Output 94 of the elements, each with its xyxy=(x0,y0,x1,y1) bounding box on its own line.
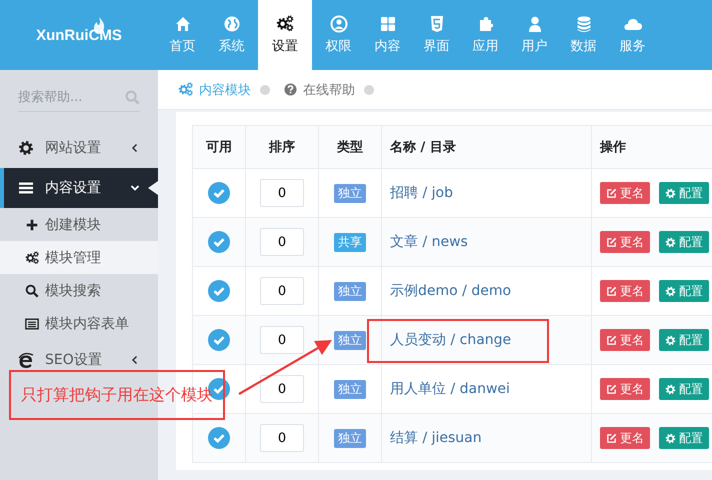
list-icon xyxy=(25,316,39,330)
edit-icon xyxy=(606,188,617,198)
search-icon xyxy=(125,90,140,105)
module-name[interactable]: 示例demo / demo xyxy=(390,283,512,299)
breadcrumb-link[interactable]: 在线帮助 xyxy=(284,80,355,98)
user-circle-icon xyxy=(330,15,348,33)
menu-pointer xyxy=(148,181,158,195)
chevron-left-icon xyxy=(130,143,140,153)
separator-dot xyxy=(364,84,374,94)
grid-icon xyxy=(378,15,396,33)
nav-tab[interactable]: 应用 xyxy=(461,0,510,70)
type-tag: 独立 xyxy=(334,330,366,350)
globe-icon xyxy=(222,15,240,33)
sidebar-subitem[interactable]: 模块搜索 xyxy=(0,274,158,307)
breadcrumb-link[interactable]: 内容模块 xyxy=(178,80,251,98)
edit-icon xyxy=(606,384,617,394)
menu-icon xyxy=(18,180,34,196)
nav-tab[interactable]: 系统 xyxy=(207,0,256,70)
rename-button[interactable]: 更名 xyxy=(600,280,650,302)
check-circle-icon[interactable] xyxy=(208,182,230,204)
check-circle-icon[interactable] xyxy=(208,231,230,253)
config-button[interactable]: 配置 xyxy=(659,231,709,253)
gear-icon xyxy=(18,140,34,156)
module-name[interactable]: 招聘 / job xyxy=(390,185,453,201)
order-field[interactable]: 0 xyxy=(260,228,304,256)
type-tag: 独立 xyxy=(334,428,366,448)
gear-icon xyxy=(665,188,676,198)
nav-tab[interactable]: 数据 xyxy=(559,0,608,70)
config-button[interactable]: 配置 xyxy=(659,378,709,400)
separator-dot xyxy=(260,84,270,94)
module-name[interactable]: 文章 / news xyxy=(390,234,468,250)
nav-tab[interactable]: 服务 xyxy=(608,0,657,70)
edit-icon xyxy=(606,334,617,346)
chevron-down-icon xyxy=(130,183,140,193)
gears-icon xyxy=(25,250,39,264)
nav-tab[interactable]: 用户 xyxy=(510,0,559,70)
config-button[interactable]: 配置 xyxy=(659,182,709,204)
order-field[interactable]: 0 xyxy=(260,277,304,305)
sidebar-item[interactable]: 网站设置 xyxy=(0,128,158,168)
order-field[interactable]: 0 xyxy=(260,375,304,403)
type-tag: 共享 xyxy=(334,232,366,252)
check-circle-icon[interactable] xyxy=(208,329,230,351)
column-header: 名称 / 目录 xyxy=(382,126,592,168)
type-tag: 独立 xyxy=(334,380,366,398)
module-name[interactable]: 结算 / jiesuan xyxy=(390,430,482,446)
edit-icon xyxy=(606,286,617,296)
check-circle-icon[interactable] xyxy=(208,427,230,449)
module-name[interactable]: 人员变动 / change xyxy=(390,332,512,348)
gears-icon xyxy=(178,82,193,97)
column-header: 类型 xyxy=(318,126,382,168)
chevron-left-icon xyxy=(130,355,140,365)
sidebar-subitem[interactable]: 模块管理 xyxy=(0,241,158,274)
type-tag: 独立 xyxy=(334,282,366,300)
config-button[interactable]: 配置 xyxy=(659,427,709,449)
nav-tab[interactable]: 首页 xyxy=(158,0,207,70)
gear-icon xyxy=(665,334,676,346)
gear-icon xyxy=(665,432,676,444)
module-name[interactable]: 用人单位 / danwei xyxy=(390,381,510,397)
type-tag: 独立 xyxy=(334,184,366,202)
nav-tab[interactable]: 设置 xyxy=(258,0,312,70)
column-header: 可用 xyxy=(192,126,246,168)
plus-icon xyxy=(25,218,39,232)
order-field[interactable]: 0 xyxy=(260,326,304,354)
home-icon xyxy=(174,15,192,33)
question-icon xyxy=(284,83,297,96)
sidebar-item[interactable]: 内容设置 xyxy=(0,168,158,208)
gear-icon xyxy=(665,236,676,248)
search-field[interactable]: 搜索帮助... xyxy=(18,90,125,105)
column-header: 操作 xyxy=(592,126,712,168)
sidebar-subitem[interactable]: 模块内容表单 xyxy=(0,307,158,340)
nav-tab[interactable]: 界面 xyxy=(412,0,461,70)
gear-icon xyxy=(665,384,676,394)
rename-button[interactable]: 更名 xyxy=(600,378,650,400)
sidebar-subitem[interactable]: 创建模块 xyxy=(0,208,158,241)
rename-button[interactable]: 更名 xyxy=(600,427,650,449)
edit-icon xyxy=(606,432,617,444)
gears-icon xyxy=(276,15,294,33)
order-field[interactable]: 0 xyxy=(260,424,304,452)
rename-button[interactable]: 更名 xyxy=(600,231,650,253)
check-circle-icon[interactable] xyxy=(208,280,230,302)
nav-tab[interactable]: 内容 xyxy=(363,0,412,70)
database-icon xyxy=(574,15,592,33)
search-icon xyxy=(25,284,39,298)
letter-e-icon xyxy=(18,352,34,368)
column-header: 排序 xyxy=(246,126,318,168)
rename-button[interactable]: 更名 xyxy=(600,182,650,204)
config-button[interactable]: 配置 xyxy=(659,280,709,302)
order-field[interactable]: 0 xyxy=(260,179,304,207)
edit-icon xyxy=(606,236,617,248)
rename-button[interactable]: 更名 xyxy=(600,329,650,351)
nav-tab[interactable]: 权限 xyxy=(314,0,363,70)
config-button[interactable]: 配置 xyxy=(659,329,709,351)
annotation-callout: 只打算把钩子用在这个模块 xyxy=(9,370,225,420)
gear-icon xyxy=(665,286,676,296)
